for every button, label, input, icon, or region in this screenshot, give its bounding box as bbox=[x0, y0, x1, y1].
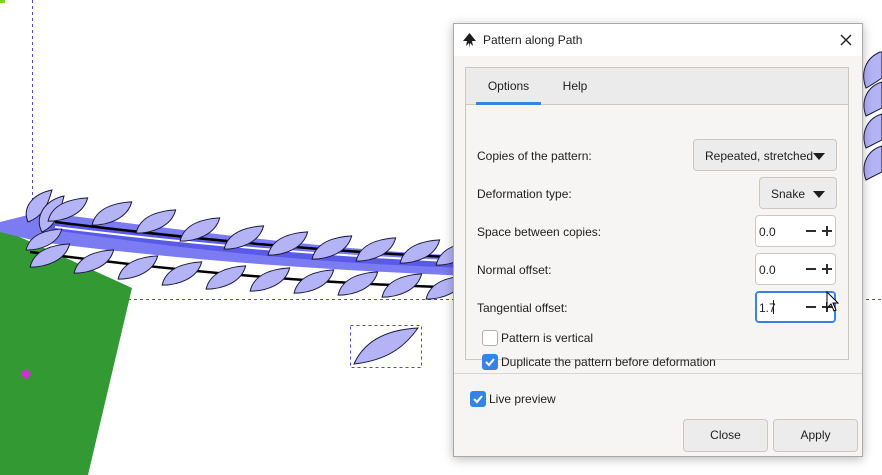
copies-dropdown[interactable]: Repeated, stretched bbox=[693, 139, 837, 171]
normal-offset-label: Normal offset: bbox=[477, 263, 552, 277]
duplicate-checkbox[interactable] bbox=[482, 354, 498, 370]
duplicate-label[interactable]: Duplicate the pattern before deformation bbox=[501, 355, 716, 369]
dialog-titlebar[interactable]: Pattern along Path bbox=[454, 24, 862, 56]
tab-help[interactable]: Help bbox=[550, 68, 600, 104]
canvas-corner-marker bbox=[0, 0, 5, 3]
normal-offset-value[interactable]: 0.0 bbox=[759, 263, 776, 277]
live-preview-checkbox[interactable] bbox=[470, 391, 486, 407]
minus-icon[interactable] bbox=[803, 254, 819, 284]
chevron-down-icon bbox=[813, 191, 825, 198]
close-button[interactable]: Close bbox=[683, 419, 768, 452]
plus-icon[interactable] bbox=[819, 254, 835, 284]
pattern-vertical-checkbox[interactable] bbox=[482, 330, 498, 346]
copies-label: Copies of the pattern: bbox=[477, 149, 592, 163]
pattern-source-leaf[interactable] bbox=[353, 327, 420, 365]
options-notebook: Options Help Copies of the pattern: Repe… bbox=[465, 67, 849, 370]
minus-icon[interactable] bbox=[803, 292, 819, 322]
check-icon bbox=[485, 358, 495, 367]
tab-options[interactable]: Options bbox=[476, 68, 541, 105]
deformation-label: Deformation type: bbox=[477, 187, 572, 201]
normal-offset-spinbutton[interactable]: 0.0 bbox=[755, 253, 836, 285]
pattern-vertical-label[interactable]: Pattern is vertical bbox=[501, 331, 593, 345]
chevron-down-icon bbox=[813, 153, 825, 160]
tab-bar: Options Help bbox=[466, 68, 848, 105]
deformation-dropdown[interactable]: Snake bbox=[759, 177, 837, 209]
copies-value: Repeated, stretched bbox=[705, 149, 814, 163]
text-caret bbox=[773, 300, 774, 314]
apply-button[interactable]: Apply bbox=[773, 419, 858, 452]
mouse-cursor-icon bbox=[826, 291, 840, 312]
minus-icon[interactable] bbox=[803, 216, 819, 246]
close-icon[interactable] bbox=[834, 28, 858, 52]
pattern-along-path-dialog: Pattern along Path Options Help Copies o… bbox=[453, 23, 863, 457]
check-icon bbox=[473, 395, 483, 404]
tangential-offset-spinbutton[interactable]: 1.7 bbox=[755, 291, 836, 323]
space-label: Space between copies: bbox=[477, 225, 602, 239]
green-shape[interactable] bbox=[0, 228, 132, 475]
plus-icon[interactable] bbox=[819, 216, 835, 246]
pattern-leaves-right bbox=[863, 51, 882, 181]
live-preview-label[interactable]: Live preview bbox=[489, 392, 556, 406]
space-value[interactable]: 0.0 bbox=[759, 225, 776, 239]
inkscape-icon bbox=[463, 33, 476, 48]
deformation-value: Snake bbox=[771, 187, 806, 201]
tangential-offset-label: Tangential offset: bbox=[477, 301, 568, 315]
space-spinbutton[interactable]: 0.0 bbox=[755, 215, 836, 247]
dialog-title: Pattern along Path bbox=[483, 33, 583, 47]
separator bbox=[454, 373, 862, 374]
